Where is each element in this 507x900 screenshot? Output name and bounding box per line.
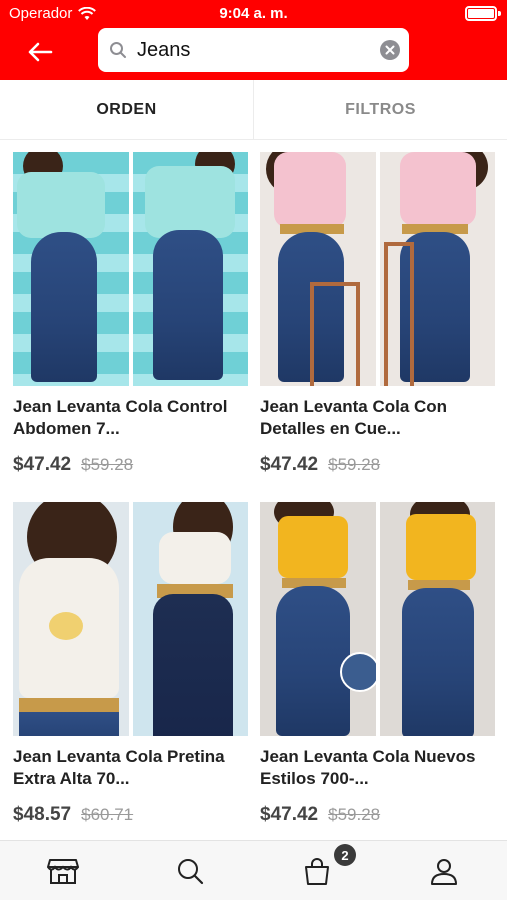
product-grid: Jean Levanta Cola Control Abdomen 7... $…: [0, 140, 507, 840]
bottom-navigation: 2: [0, 840, 507, 900]
nav-search[interactable]: [127, 841, 254, 900]
product-old-price: $59.28: [81, 455, 134, 474]
search-bar[interactable]: [98, 28, 409, 72]
tab-orden[interactable]: ORDEN: [0, 80, 253, 139]
product-price: $47.42: [260, 804, 319, 825]
battery-tip: [498, 11, 501, 16]
battery-icon: [465, 6, 497, 21]
bag-icon: [304, 857, 329, 885]
close-icon: [385, 45, 395, 55]
product-card[interactable]: Jean Levanta Cola Con Detalles en Cue...…: [260, 152, 495, 476]
product-name: Jean Levanta Cola Con Detalles en Cue...: [260, 397, 448, 438]
nav-cart[interactable]: [254, 841, 381, 900]
price-row: $48.57 $60.71: [13, 804, 248, 826]
sort-filter-tabs: ORDEN FILTROS: [0, 80, 507, 140]
product-name: Jean Levanta Cola Pretina Extra Alta 70.…: [13, 747, 225, 788]
product-name: Jean Levanta Cola Control Abdomen 7...: [13, 397, 228, 438]
product-price: $47.42: [13, 454, 72, 475]
arrow-left-icon: [28, 42, 53, 62]
product-price: $48.57: [13, 804, 72, 825]
status-bar: Operador 9:04 a. m.: [0, 0, 507, 26]
back-button[interactable]: [20, 36, 60, 68]
product-image: [13, 152, 248, 386]
clear-search-button[interactable]: [380, 40, 400, 60]
search-icon: [109, 41, 127, 59]
product-card[interactable]: Jean Levanta Cola Pretina Extra Alta 70.…: [13, 502, 248, 826]
tab-filtros[interactable]: FILTROS: [254, 80, 507, 139]
price-row: $47.42 $59.28: [13, 454, 248, 476]
search-input[interactable]: [137, 38, 367, 62]
product-image: [260, 502, 495, 736]
product-old-price: $59.28: [328, 805, 381, 824]
store-icon: [47, 858, 80, 884]
product-image: [13, 502, 248, 736]
nav-store[interactable]: [0, 841, 127, 900]
product-card[interactable]: Jean Levanta Cola Control Abdomen 7... $…: [13, 152, 248, 476]
product-old-price: $60.71: [81, 805, 134, 824]
status-time: 9:04 a. m.: [219, 5, 288, 22]
product-price: $47.42: [260, 454, 319, 475]
app-header: Operador 9:04 a. m.: [0, 0, 507, 80]
price-row: $47.42 $59.28: [260, 804, 495, 826]
user-icon: [430, 858, 457, 885]
product-card[interactable]: Jean Levanta Cola Nuevos Estilos 700-...…: [260, 502, 495, 826]
price-row: $47.42 $59.28: [260, 454, 495, 476]
search-icon: [178, 858, 204, 884]
product-image: [260, 152, 495, 386]
product-name: Jean Levanta Cola Nuevos Estilos 700-...: [260, 747, 476, 788]
product-old-price: $59.28: [328, 455, 381, 474]
nav-account[interactable]: [380, 841, 507, 900]
cart-count-badge: 2: [334, 844, 356, 866]
